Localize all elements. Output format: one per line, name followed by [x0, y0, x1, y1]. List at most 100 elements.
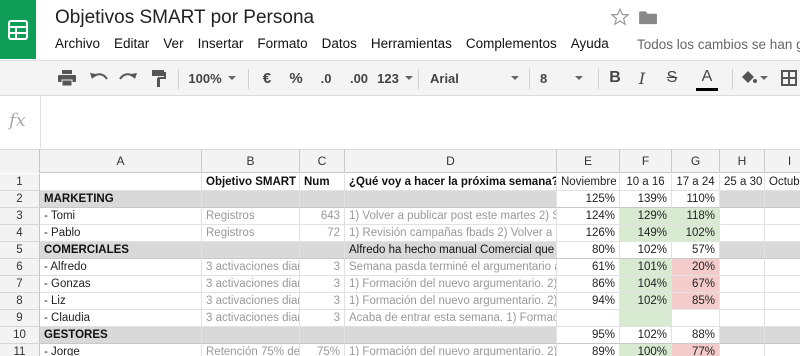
cell-e3[interactable]: 124%	[557, 208, 620, 225]
menu-editar[interactable]: Editar	[107, 36, 156, 51]
cell-f8[interactable]: 102%	[620, 293, 672, 310]
column-header-e[interactable]: E	[557, 150, 620, 173]
cell-h8[interactable]	[720, 293, 765, 310]
cell-g1[interactable]: 17 a 24	[672, 174, 720, 191]
cell-h2[interactable]	[720, 191, 765, 208]
save-status[interactable]: Todos los cambios se han g	[637, 37, 800, 52]
cell-a7[interactable]: - Gonzas	[40, 276, 202, 293]
cell-f1[interactable]: 10 a 16	[620, 174, 672, 191]
star-icon[interactable]	[610, 7, 630, 27]
decrease-decimals-button[interactable]: .0	[313, 61, 339, 95]
cell-d6[interactable]: Semana pasda terminé el argumentario así…	[345, 259, 557, 276]
document-title[interactable]: Objetivos SMART por Persona	[55, 7, 314, 29]
column-header-h[interactable]: H	[720, 150, 765, 173]
cell-c4[interactable]: 72	[300, 225, 345, 242]
cell-i9[interactable]	[765, 310, 800, 327]
cell-d1[interactable]: ¿Qué voy a hacer la próxima semana?	[345, 174, 557, 191]
cell-c7[interactable]: 3	[300, 276, 345, 293]
cell-h9[interactable]	[720, 310, 765, 327]
column-header-c[interactable]: C	[300, 150, 345, 173]
cell-a6[interactable]: - Alfredo	[40, 259, 202, 276]
cell-e8[interactable]: 94%	[557, 293, 620, 310]
row-header[interactable]: 6	[0, 259, 40, 276]
cell-b6[interactable]: 3 activaciones diaria	[202, 259, 300, 276]
cell-a10[interactable]: GESTORES	[40, 327, 202, 344]
redo-button[interactable]	[115, 61, 141, 95]
row-header[interactable]: 1	[0, 174, 40, 191]
cell-a11[interactable]: - Jorge	[40, 344, 202, 356]
column-header-g[interactable]: G	[672, 150, 720, 173]
cell-d8[interactable]: 1) Formación del nuevo argumentario. 2) …	[345, 293, 557, 310]
cell-i10[interactable]	[765, 327, 800, 344]
menu-ayuda[interactable]: Ayuda	[564, 36, 616, 51]
row-header[interactable]: 10	[0, 327, 40, 344]
cell-e9[interactable]	[557, 310, 620, 327]
print-button[interactable]	[54, 61, 80, 95]
italic-button[interactable]: I	[630, 61, 654, 95]
cell-i5[interactable]	[765, 242, 800, 259]
menu-formato[interactable]: Formato	[250, 36, 314, 51]
column-header-b[interactable]: B	[202, 150, 300, 173]
cell-g4[interactable]: 102%	[672, 225, 720, 242]
fill-color-button[interactable]	[740, 61, 768, 95]
cell-c1[interactable]: Num	[300, 174, 345, 191]
cell-a9[interactable]: - Claudia	[40, 310, 202, 327]
row-header[interactable]: 5	[0, 242, 40, 259]
cell-b11[interactable]: Retención 75% del	[202, 344, 300, 356]
cell-b9[interactable]: 3 activaciones diaria	[202, 310, 300, 327]
sheets-logo[interactable]	[0, 0, 36, 59]
cell-e7[interactable]: 86%	[557, 276, 620, 293]
menu-insertar[interactable]: Insertar	[191, 36, 251, 51]
font-select[interactable]: Arial	[425, 61, 525, 95]
cell-b4[interactable]: Registros	[202, 225, 300, 242]
cell-f5[interactable]: 102%	[620, 242, 672, 259]
cell-i4[interactable]	[765, 225, 800, 242]
cell-f4[interactable]: 149%	[620, 225, 672, 242]
cell-d4[interactable]: 1) Revisión campañas fbads 2) Volver a a…	[345, 225, 557, 242]
cell-e1[interactable]: Noviembre	[557, 174, 620, 191]
cell-g2[interactable]: 110%	[672, 191, 720, 208]
cell-d7[interactable]: 1) Formación del nuevo argumentario. 2) …	[345, 276, 557, 293]
select-all-corner[interactable]	[0, 150, 40, 173]
cell-e5[interactable]: 80%	[557, 242, 620, 259]
folder-icon[interactable]	[639, 10, 658, 25]
cell-b10[interactable]	[202, 327, 300, 344]
cell-f2[interactable]: 139%	[620, 191, 672, 208]
cell-g5[interactable]: 57%	[672, 242, 720, 259]
row-header[interactable]: 8	[0, 293, 40, 310]
cell-i7[interactable]	[765, 276, 800, 293]
cell-g11[interactable]: 77%	[672, 344, 720, 356]
cell-c6[interactable]: 3	[300, 259, 345, 276]
cell-f9[interactable]	[620, 310, 672, 327]
menu-archivo[interactable]: Archivo	[48, 36, 107, 51]
cell-g8[interactable]: 85%	[672, 293, 720, 310]
menu-complementos[interactable]: Complementos	[459, 36, 564, 51]
cell-e4[interactable]: 126%	[557, 225, 620, 242]
column-header-d[interactable]: D	[345, 150, 557, 173]
cell-c10[interactable]	[300, 327, 345, 344]
cell-g3[interactable]: 118%	[672, 208, 720, 225]
cell-c8[interactable]: 3	[300, 293, 345, 310]
cell-h11[interactable]	[720, 344, 765, 356]
cell-i1[interactable]: Octubre	[765, 174, 800, 191]
more-formats-select[interactable]: 123	[377, 61, 413, 95]
cell-b3[interactable]: Registros	[202, 208, 300, 225]
cell-d11[interactable]: 1) Formación del nuevo argumentario. 2) …	[345, 344, 557, 356]
cell-i8[interactable]	[765, 293, 800, 310]
cell-h6[interactable]	[720, 259, 765, 276]
cell-c3[interactable]: 643	[300, 208, 345, 225]
cell-c11[interactable]: 75%	[300, 344, 345, 356]
cell-a2[interactable]: MARKETING	[40, 191, 202, 208]
cell-a4[interactable]: - Pablo	[40, 225, 202, 242]
cell-c2[interactable]	[300, 191, 345, 208]
cell-f10[interactable]: 102%	[620, 327, 672, 344]
text-color-button[interactable]: A	[690, 61, 724, 95]
cell-a8[interactable]: - Liz	[40, 293, 202, 310]
cell-d9[interactable]: Acaba de entrar esta semana. 1) Formació…	[345, 310, 557, 327]
menu-datos[interactable]: Datos	[315, 36, 364, 51]
cell-f11[interactable]: 100%	[620, 344, 672, 356]
cell-b8[interactable]: 3 activaciones diaria	[202, 293, 300, 310]
paint-format-button[interactable]	[146, 61, 172, 95]
cell-h3[interactable]	[720, 208, 765, 225]
column-header-a[interactable]: A	[40, 150, 202, 173]
